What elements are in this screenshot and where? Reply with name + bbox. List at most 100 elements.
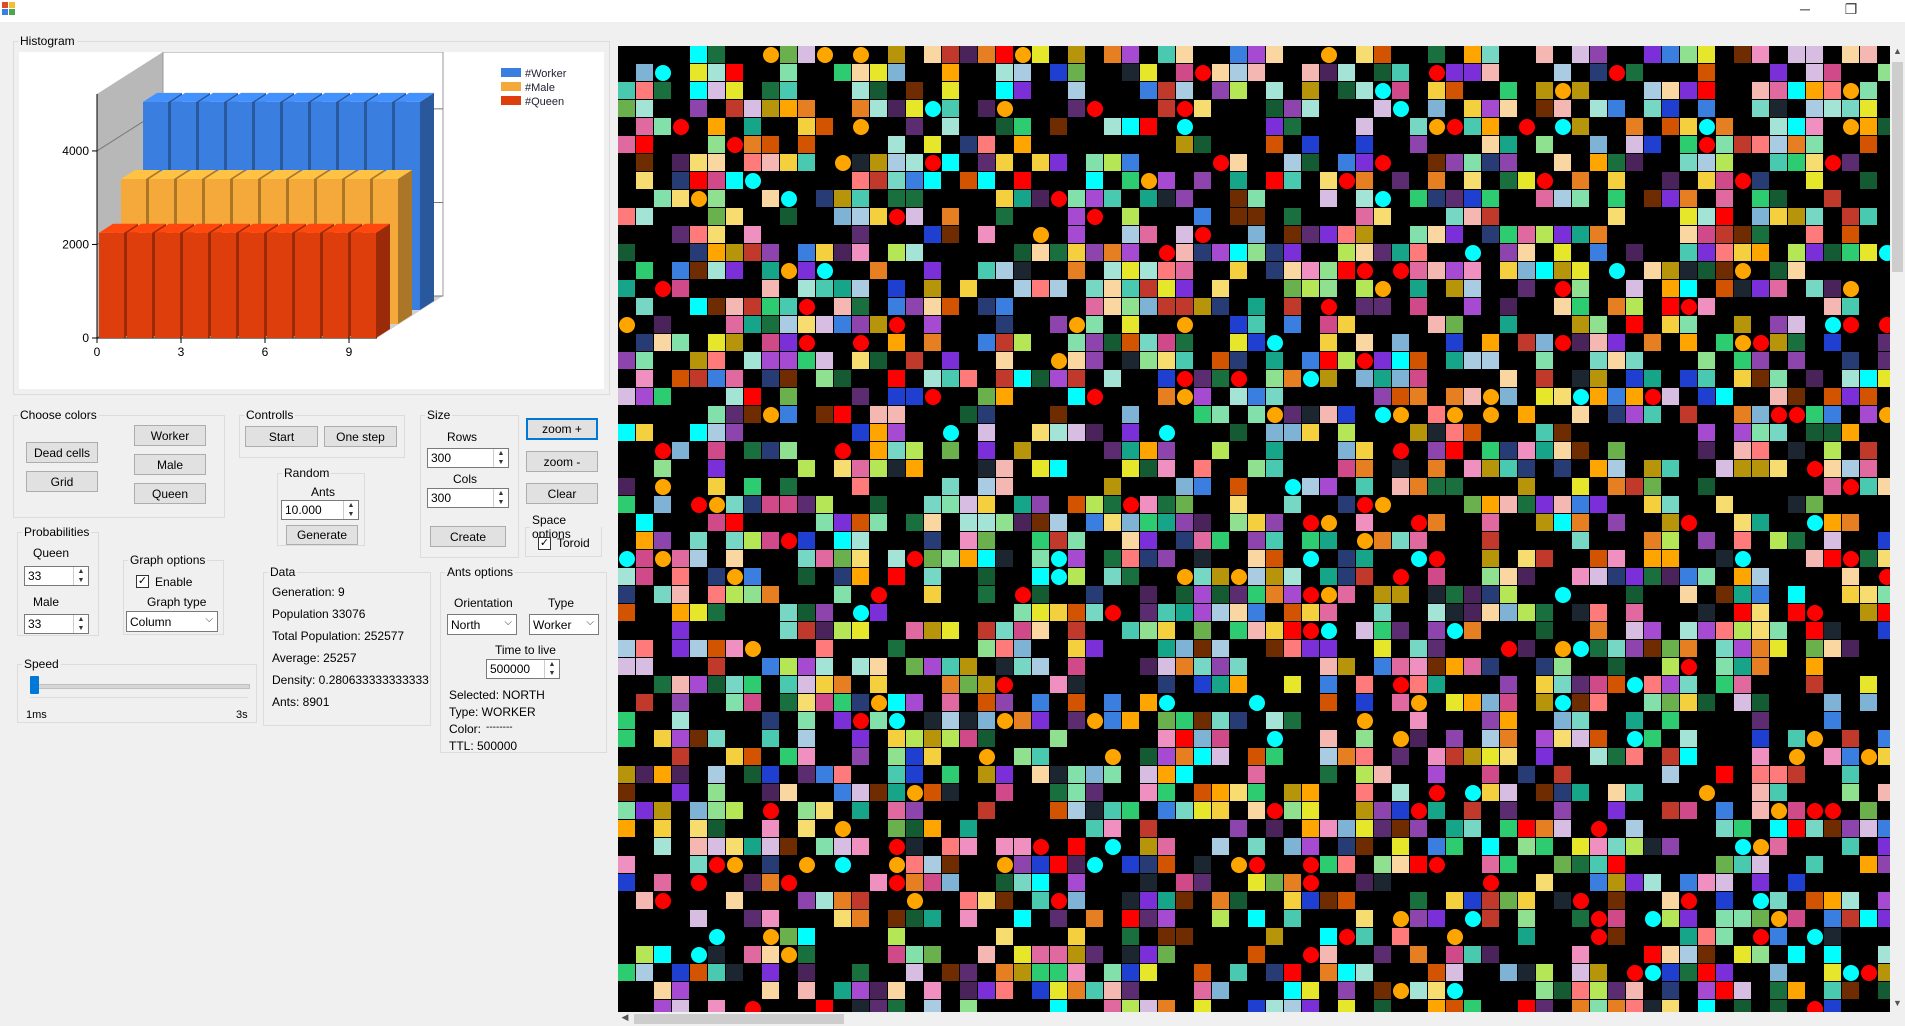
grid-cell[interactable] [906,208,923,225]
grid-cell[interactable] [780,784,797,801]
grid-cell[interactable] [888,190,905,207]
grid-cell[interactable] [1284,262,1301,279]
grid-cell[interactable] [1374,856,1391,873]
grid-cell[interactable] [780,658,797,675]
grid-cell[interactable] [834,910,851,927]
grid-cell[interactable] [1662,190,1679,207]
ant-marker[interactable] [1843,317,1859,333]
grid-cell[interactable] [996,154,1013,171]
grid-cell[interactable] [1320,568,1337,585]
grid-cell[interactable] [1194,208,1211,225]
grid-cell[interactable] [1680,586,1697,603]
grid-cell[interactable] [942,784,959,801]
ant-marker[interactable] [727,857,743,873]
grid-cell[interactable] [1806,496,1823,513]
grid-cell[interactable] [1122,46,1139,63]
grid-cell[interactable] [1716,892,1733,909]
grid-cell[interactable] [870,676,887,693]
grid-cell[interactable] [708,820,725,837]
grid-cell[interactable] [1176,352,1193,369]
grid-cell[interactable] [1824,748,1841,765]
grid-cell[interactable] [1608,154,1625,171]
grid-cell[interactable] [996,514,1013,531]
grid-cell[interactable] [1032,658,1049,675]
ant-marker[interactable] [835,155,851,171]
grid-cell[interactable] [1698,568,1715,585]
queen-color-button[interactable]: Queen [134,483,206,504]
ant-marker[interactable] [889,317,905,333]
ant-marker[interactable] [691,947,707,963]
grid-cell[interactable] [1230,424,1247,441]
grid-cell[interactable] [1320,676,1337,693]
grid-cell[interactable] [1554,658,1571,675]
grid-cell[interactable] [1680,118,1697,135]
grid-cell[interactable] [726,640,743,657]
grid-cell[interactable] [672,190,689,207]
grid-cell[interactable] [1608,442,1625,459]
grid-cell[interactable] [1068,370,1085,387]
grid-cell[interactable] [1284,784,1301,801]
ant-marker[interactable] [1753,893,1769,909]
grid-cell[interactable] [654,118,671,135]
grid-cell[interactable] [1122,550,1139,567]
grid-cell[interactable] [888,730,905,747]
grid-cell[interactable] [1014,496,1031,513]
grid-cell[interactable] [1194,622,1211,639]
grid-cell[interactable] [1320,172,1337,189]
grid-cell[interactable] [744,838,761,855]
grid-cell[interactable] [1068,532,1085,549]
grid-cell[interactable] [672,694,689,711]
grid-cell[interactable] [636,694,653,711]
grid-cell[interactable] [636,892,653,909]
grid-cell[interactable] [1662,568,1679,585]
ant-marker[interactable] [1195,227,1211,243]
ant-marker[interactable] [1681,515,1697,531]
ant-marker[interactable] [871,587,887,603]
ant-marker[interactable] [1555,281,1571,297]
ant-marker[interactable] [1447,929,1463,945]
grid-cell[interactable] [852,244,869,261]
ant-marker[interactable] [1087,101,1103,117]
grid-cell[interactable] [1356,874,1373,891]
grid-cell[interactable] [1104,514,1121,531]
grid-cell[interactable] [1068,928,1085,945]
grid-cell[interactable] [978,676,995,693]
grid-cell[interactable] [1230,892,1247,909]
grid-cell[interactable] [1752,406,1769,423]
grid-cell[interactable] [1140,262,1157,279]
grid-cell[interactable] [1392,820,1409,837]
grid-cell[interactable] [672,982,689,999]
grid-cell[interactable] [1734,856,1751,873]
grid-cell[interactable] [1266,622,1283,639]
grid-cell[interactable] [1086,946,1103,963]
grid-cell[interactable] [1230,478,1247,495]
grid-cell[interactable] [708,640,725,657]
grid-cell[interactable] [1356,766,1373,783]
grid-cell[interactable] [1554,892,1571,909]
ant-marker[interactable] [1357,713,1373,729]
grid-cell[interactable] [1464,586,1481,603]
grid-cell[interactable] [708,370,725,387]
ant-marker[interactable] [1609,65,1625,81]
grid-cell[interactable] [726,244,743,261]
male-color-button[interactable]: Male [134,454,206,475]
grid-cell[interactable] [1248,604,1265,621]
grid-cell[interactable] [1230,586,1247,603]
grid-cell[interactable] [1122,406,1139,423]
horizontal-scrollbar[interactable]: ◀ [618,1012,1890,1026]
grid-cell[interactable] [1032,460,1049,477]
grid-cell[interactable] [996,892,1013,909]
grid-cell[interactable] [1410,118,1427,135]
ant-marker[interactable] [1807,605,1823,621]
ant-marker[interactable] [1321,623,1337,639]
grid-cell[interactable] [1356,928,1373,945]
grid-cell[interactable] [1536,496,1553,513]
grid-cell[interactable] [1680,316,1697,333]
grid-cell[interactable] [1482,946,1499,963]
grid-cell[interactable] [1572,604,1589,621]
ant-marker[interactable] [997,713,1013,729]
grid-cell[interactable] [1752,226,1769,243]
grid-cell[interactable] [1194,964,1211,981]
ant-marker[interactable] [1483,875,1499,891]
ant-marker[interactable] [1591,821,1607,837]
